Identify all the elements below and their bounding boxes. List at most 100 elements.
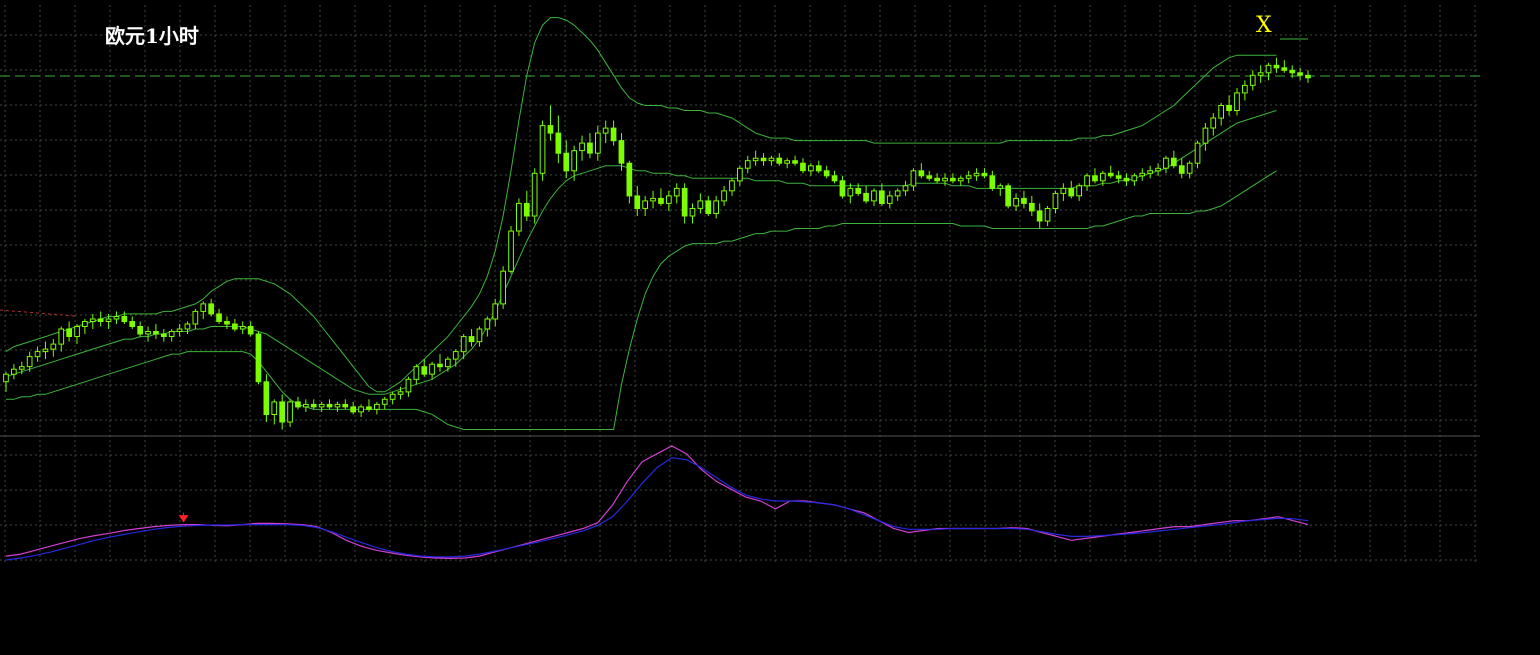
- candle: [516, 198, 522, 237]
- candle-body-bull: [1257, 72, 1264, 76]
- candle-body-bull: [673, 187, 680, 197]
- candle-body-bull: [737, 167, 743, 182]
- candle-body-bear: [831, 175, 838, 182]
- candle-body-bull: [1100, 172, 1106, 182]
- candle-body-bear: [232, 323, 238, 330]
- candle-body-bear: [263, 381, 270, 415]
- forex-chart: 欧元1小时 X: [0, 0, 1540, 655]
- candle-body-bull: [1210, 117, 1217, 129]
- candle-body-bull: [697, 200, 704, 209]
- candle-body-bear: [421, 366, 428, 375]
- candle-body-bull: [445, 358, 451, 368]
- candle-body-bear: [255, 333, 262, 383]
- candle-body-bull: [3, 373, 9, 383]
- candle-body-bull: [1052, 192, 1059, 209]
- candle-body-bull: [200, 303, 207, 312]
- candle-body-bull: [374, 403, 380, 410]
- candle-body-bear: [468, 336, 475, 343]
- candle-body-bear: [926, 175, 933, 179]
- candle-body-bear: [855, 187, 862, 194]
- candle-body-bear: [208, 303, 215, 315]
- candle-body-bear: [1107, 172, 1114, 177]
- candle-body-bull: [642, 200, 648, 209]
- candle-body-bull: [113, 316, 120, 320]
- candle-body-bull: [492, 303, 499, 320]
- candle-body-bear: [626, 162, 633, 197]
- candle-body-bear: [129, 321, 136, 327]
- candle-body-bear: [950, 177, 956, 182]
- candle-body-bear: [681, 187, 688, 217]
- candle-body-bull: [50, 343, 57, 350]
- candle-body-bull: [997, 185, 1004, 189]
- candle-body-bull: [973, 172, 980, 177]
- candle-body-bull: [1218, 105, 1225, 119]
- candle-body-bull: [82, 321, 88, 327]
- candle-body-bull: [105, 318, 112, 322]
- marker-label: X: [1256, 13, 1272, 38]
- candle-body-bull: [602, 127, 609, 134]
- candle-body-bear: [523, 202, 530, 217]
- candle-body-bull: [1147, 170, 1154, 174]
- candle-body-bull: [752, 157, 759, 162]
- candle-body-bear: [137, 326, 144, 335]
- candle-body-bull: [666, 195, 672, 204]
- candle-body-bull: [689, 208, 696, 217]
- candle-body-bear: [1273, 64, 1280, 69]
- candle-body-bear: [121, 316, 128, 322]
- candle-body-bear: [1029, 202, 1035, 212]
- candle-body-bear: [437, 363, 443, 368]
- candle-body-bear: [618, 140, 625, 164]
- candle-body-bear: [1036, 210, 1043, 222]
- candle-body-bull: [176, 328, 183, 332]
- candle-body-bear: [97, 318, 104, 322]
- candle-body-bear: [1289, 69, 1296, 74]
- candle-body-bull: [721, 190, 727, 202]
- candle-body-bull: [1155, 167, 1161, 172]
- candle-body-bull: [957, 177, 964, 182]
- candle-body-bear: [1068, 187, 1075, 197]
- candle-body-bull: [902, 185, 909, 192]
- candle-body-bull: [1044, 208, 1051, 222]
- chart-title: 欧元1小时: [105, 24, 199, 48]
- candle-body-bear: [555, 132, 562, 154]
- candle-body-bear: [350, 406, 356, 413]
- candle-body-bear: [295, 401, 301, 408]
- candle-body-bull: [145, 331, 151, 335]
- candle-body-bear: [1005, 185, 1011, 207]
- candle: [255, 331, 262, 385]
- candle-body-bull: [42, 348, 49, 353]
- candle-body-bull: [784, 160, 790, 164]
- candle-body-bear: [760, 157, 767, 162]
- candle-body-bull: [397, 391, 404, 395]
- candle-body-bull: [886, 195, 893, 204]
- candle-body-bear: [705, 200, 712, 214]
- candle-body-bull: [1013, 197, 1019, 207]
- candle-body-bull: [1234, 92, 1240, 112]
- candle-body-bear: [1281, 67, 1288, 71]
- candle-body-bull: [303, 403, 309, 408]
- candle-body-bear: [547, 125, 554, 134]
- candle-body-bull: [744, 160, 751, 169]
- candle-body-bull: [11, 368, 17, 375]
- candle: [1005, 183, 1011, 209]
- candle-body-bull: [1139, 172, 1146, 177]
- candle-body-bull: [18, 366, 25, 370]
- candle-body-bull: [239, 326, 246, 330]
- candle-body-bull: [484, 318, 491, 330]
- candle-body-bull: [452, 351, 459, 360]
- candle-body-bear: [1092, 175, 1098, 182]
- candle-body-bull: [713, 200, 719, 214]
- candle-body-bear: [863, 192, 869, 202]
- candle-body-bear: [918, 170, 925, 177]
- candle-body-bear: [342, 403, 349, 408]
- candle-body-bull: [192, 310, 199, 325]
- candle-body-bear: [1115, 175, 1122, 179]
- candle-body-bull: [516, 202, 522, 232]
- candle-body-bull: [476, 328, 483, 343]
- candle-body-bull: [358, 406, 364, 413]
- candle-body-bear: [989, 175, 996, 189]
- candle-body-bull: [34, 351, 41, 358]
- candle-body-bull: [1076, 185, 1083, 197]
- candle-body-bear: [1171, 157, 1177, 167]
- candle-body-bear: [1123, 177, 1130, 182]
